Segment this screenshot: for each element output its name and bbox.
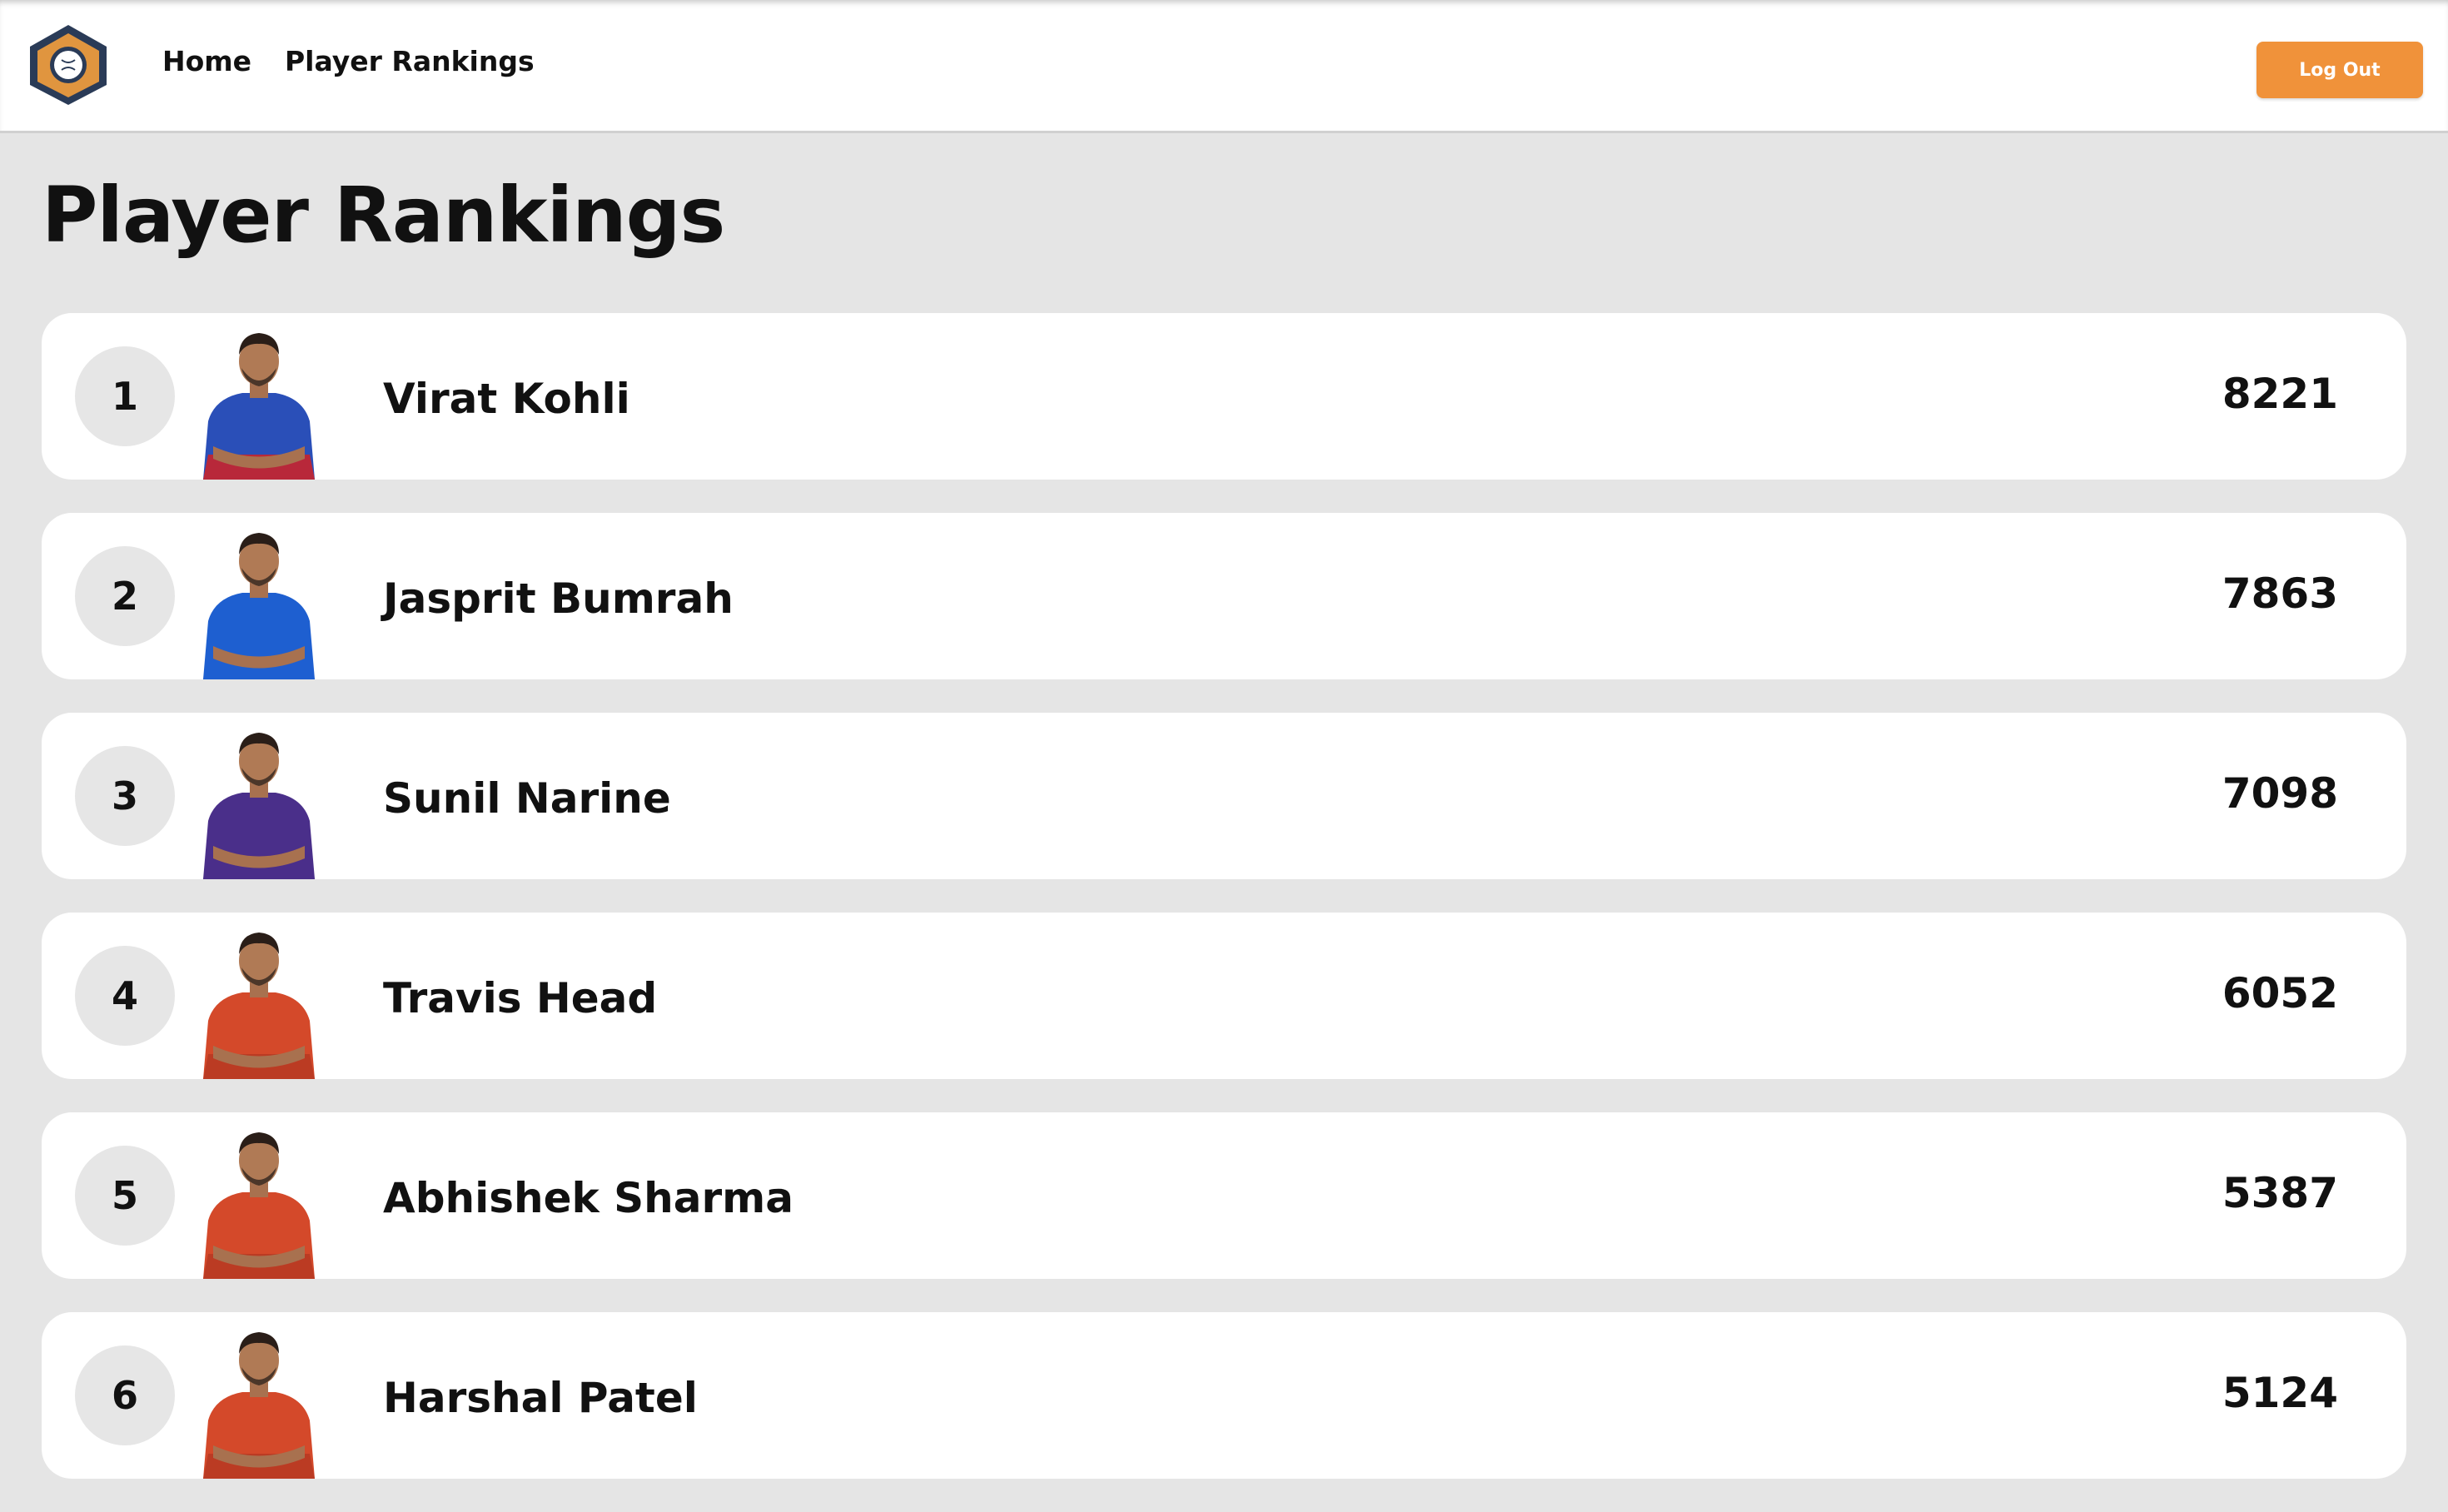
player-name: Sunil Narine xyxy=(383,774,671,823)
log-out-button[interactable]: Log Out xyxy=(2256,42,2423,98)
player-card[interactable]: 1 Virat Kohli 8221 xyxy=(42,313,2406,480)
player-card[interactable]: 5 Abhishek Sharma 5387 xyxy=(42,1112,2406,1279)
player-card[interactable]: 4 Travis Head 6052 xyxy=(42,913,2406,1079)
player-score: 6052 xyxy=(2222,969,2338,1017)
top-navbar: Home Player Rankings Log Out xyxy=(0,0,2448,133)
player-score: 5387 xyxy=(2222,1169,2338,1217)
player-score: 8221 xyxy=(2222,370,2338,418)
player-card[interactable]: 3 Sunil Narine 7098 xyxy=(42,713,2406,879)
rank-badge: 6 xyxy=(75,1345,175,1445)
nav-home-link[interactable]: Home xyxy=(162,45,251,77)
player-name: Jasprit Bumrah xyxy=(383,574,734,623)
player-card[interactable]: 2 Jasprit Bumrah 7863 xyxy=(42,513,2406,679)
cricket-ball-badge-icon[interactable] xyxy=(23,22,113,108)
player-score: 7863 xyxy=(2222,569,2338,618)
player-name: Abhishek Sharma xyxy=(383,1174,794,1222)
player-avatar xyxy=(203,1132,315,1279)
player-score: 5124 xyxy=(2222,1369,2338,1417)
player-avatar xyxy=(203,933,315,1079)
rank-badge: 1 xyxy=(75,346,175,446)
rank-badge: 5 xyxy=(75,1146,175,1246)
player-name: Virat Kohli xyxy=(383,375,630,423)
player-rankings-list: 1 Virat Kohli 8221 2 Jasprit Bumrah 7863 3 Suni… xyxy=(42,313,2406,1512)
nav-player-rankings-link[interactable]: Player Rankings xyxy=(285,45,535,77)
player-avatar xyxy=(203,533,315,679)
player-card[interactable]: 6 Harshal Patel 5124 xyxy=(42,1312,2406,1479)
player-avatar xyxy=(203,733,315,879)
rank-badge: 4 xyxy=(75,946,175,1046)
player-avatar xyxy=(203,333,315,480)
player-name: Harshal Patel xyxy=(383,1374,698,1422)
player-score: 7098 xyxy=(2222,769,2338,818)
player-name: Travis Head xyxy=(383,974,658,1022)
rank-badge: 3 xyxy=(75,746,175,846)
page-title: Player Rankings xyxy=(42,171,725,260)
player-avatar xyxy=(203,1332,315,1479)
rank-badge: 2 xyxy=(75,546,175,646)
